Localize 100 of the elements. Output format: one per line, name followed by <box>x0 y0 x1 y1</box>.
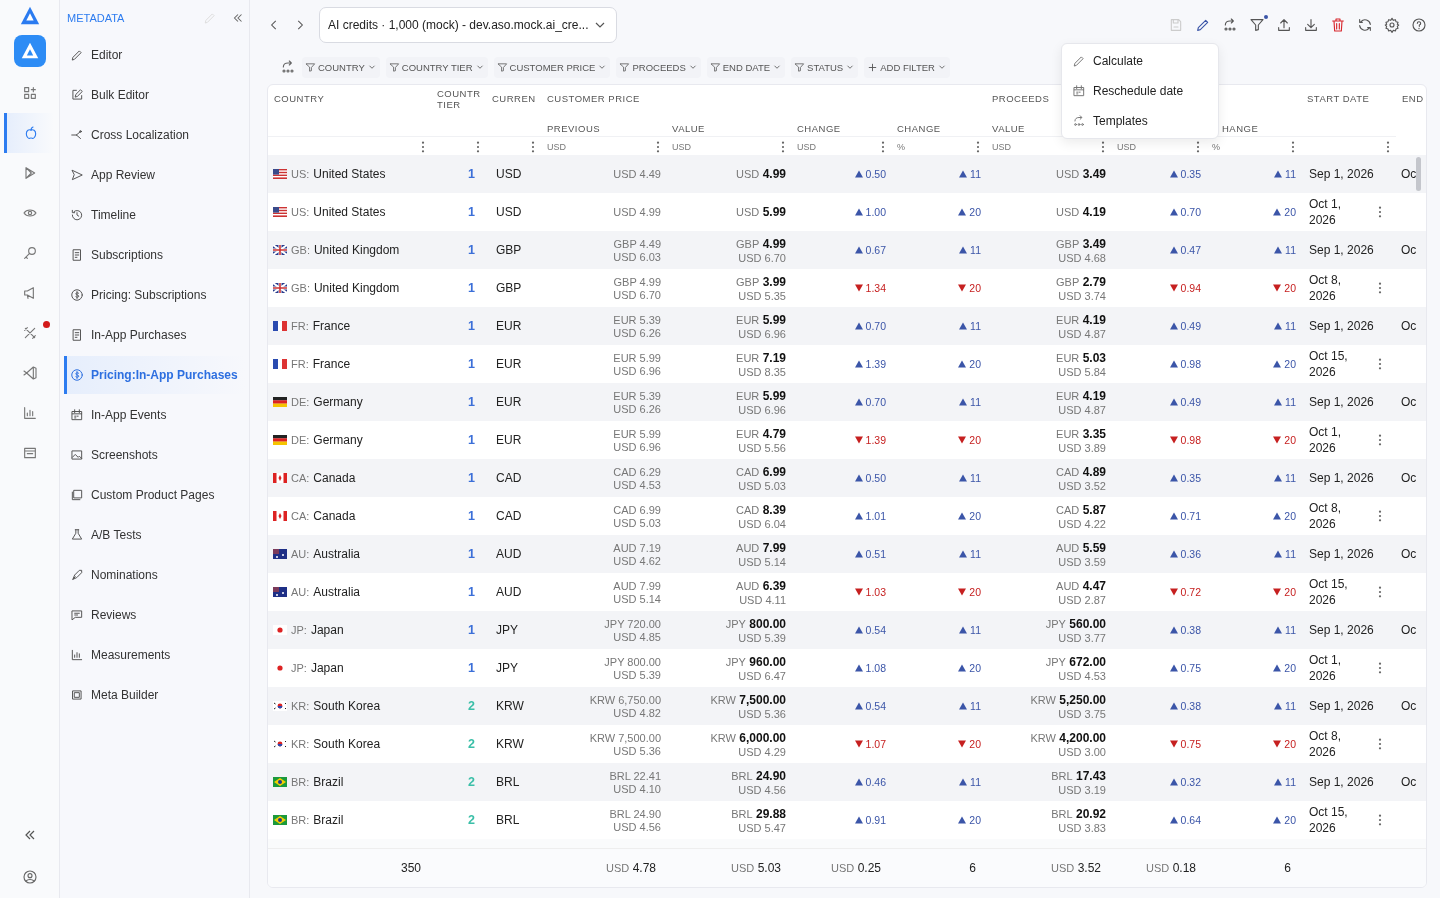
up-triangle-icon <box>959 626 968 634</box>
currency-code: BRL <box>495 775 520 789</box>
change-text: 0.49 <box>1180 396 1201 408</box>
proceeds-usd-text: USD 4.22 <box>1058 517 1106 530</box>
column-header[interactable]: CHANGE <box>897 123 941 134</box>
row-menu-icon[interactable] <box>1378 282 1382 294</box>
column-header[interactable]: PREVIOUS <box>547 123 601 134</box>
sidebar-item[interactable]: Bulk Editor <box>64 76 245 114</box>
sidebar-item[interactable]: Pricing: Subscriptions <box>64 276 245 314</box>
up-triangle-icon <box>1169 246 1178 254</box>
upload-icon[interactable] <box>1276 17 1292 33</box>
currency-code: USD <box>495 167 522 181</box>
start-date: Oct 8, 2026 <box>1309 500 1342 532</box>
pencil-icon <box>70 48 84 62</box>
collapse-icon[interactable] <box>231 11 245 25</box>
sidebar-item[interactable]: Reviews <box>64 596 245 634</box>
filter-icon[interactable] <box>1249 17 1265 33</box>
sidebar-item[interactable]: A/B Tests <box>64 516 245 554</box>
template-icon[interactable] <box>1222 17 1238 33</box>
sidebar-item[interactable]: Screenshots <box>64 436 245 474</box>
delete-icon[interactable] <box>1330 17 1346 33</box>
filter-chip[interactable]: PROCEEDS <box>616 56 701 78</box>
sidebar-item[interactable]: Meta Builder <box>64 676 245 714</box>
edit-icon <box>70 88 84 102</box>
row-menu-icon[interactable] <box>1378 814 1382 826</box>
column-menu-icon[interactable] <box>1101 140 1105 153</box>
sidebar-item[interactable]: Nominations <box>64 556 245 594</box>
column-header[interactable]: END <box>1402 93 1424 104</box>
filter-chip[interactable]: COUNTRY TIER <box>385 56 488 78</box>
sidebar-label: App Review <box>91 168 156 182</box>
sidebar-label: Reviews <box>91 608 137 622</box>
change-text: 11 <box>970 168 981 180</box>
menu-item[interactable]: Calculate <box>1062 46 1218 76</box>
app-icon[interactable] <box>13 35 46 67</box>
currency-code: CAD <box>495 471 522 485</box>
download-icon[interactable] <box>1303 17 1319 33</box>
user-icon[interactable] <box>21 869 38 885</box>
sidebar-item[interactable]: Measurements <box>64 636 245 674</box>
column-menu-icon[interactable] <box>476 140 480 153</box>
sidebar-item[interactable]: In-App Purchases <box>64 316 245 354</box>
menu-item[interactable]: Reschedule date <box>1062 76 1218 106</box>
sidebar-item[interactable]: Editor <box>64 36 245 74</box>
row-menu-icon[interactable] <box>1378 510 1382 522</box>
price-text: BRL 24.90 <box>609 807 661 820</box>
sidebar-item[interactable]: Cross Localization <box>64 116 245 154</box>
filter-chip[interactable]: STATUS <box>791 56 859 78</box>
add-filter-button[interactable]: ADD FILTER <box>864 56 950 78</box>
change-text: 0.36 <box>1180 548 1201 560</box>
change-text: 20 <box>969 358 981 370</box>
column-menu-icon[interactable] <box>1386 140 1390 153</box>
column-header[interactable]: HANGE <box>1222 123 1259 134</box>
column-menu-icon[interactable] <box>781 140 785 153</box>
settings-icon[interactable] <box>1384 17 1400 33</box>
scrollbar-thumb[interactable] <box>1416 157 1421 191</box>
refresh-icon[interactable] <box>1357 17 1373 33</box>
filter-chip[interactable]: END DATE <box>706 56 786 78</box>
price-text: CAD 6.99 <box>736 464 786 479</box>
sidebar-item[interactable]: Timeline <box>64 196 245 234</box>
row-menu-icon[interactable] <box>1378 586 1382 598</box>
menu-item[interactable]: Templates <box>1062 106 1218 136</box>
column-header[interactable]: START DATE <box>1307 93 1370 104</box>
row-menu-icon[interactable] <box>1378 434 1382 446</box>
row-menu-icon[interactable] <box>1378 662 1382 674</box>
column-group-header: PROCEEDS <box>992 93 1050 104</box>
template-icon[interactable] <box>280 59 296 75</box>
column-menu-icon[interactable] <box>531 140 535 153</box>
column-menu-icon[interactable] <box>1291 140 1295 153</box>
row-menu-icon[interactable] <box>1378 206 1382 218</box>
proceeds-text: EUR 4.19 <box>1056 312 1106 327</box>
row-menu-icon[interactable] <box>1378 738 1382 750</box>
column-header[interactable]: VALUE <box>992 123 1025 134</box>
column-menu-icon[interactable] <box>881 140 885 153</box>
change-text: 0.54 <box>865 700 886 712</box>
country-code: KR: <box>291 738 310 750</box>
column-menu-icon[interactable] <box>421 140 425 153</box>
price-usd-text: USD 6.70 <box>613 288 661 301</box>
column-header[interactable]: COUNTR TIER <box>437 88 481 110</box>
sidebar-item[interactable]: Custom Product Pages <box>64 476 245 514</box>
sidebar-item[interactable]: In-App Events <box>64 396 245 434</box>
column-menu-icon[interactable] <box>656 140 660 153</box>
price-text: USD 4.99 <box>736 167 786 181</box>
filter-chip[interactable]: COUNTRY <box>302 56 380 78</box>
column-header[interactable]: CURREN <box>492 93 536 104</box>
row-menu-icon[interactable] <box>1378 358 1382 370</box>
pencil-icon[interactable] <box>1195 17 1211 33</box>
column-menu-icon[interactable] <box>976 140 980 153</box>
column-header[interactable]: COUNTRY <box>274 93 325 104</box>
sidebar-item[interactable]: App Review <box>64 156 245 194</box>
product-select[interactable]: AI credits · 1,000 (mock) - dev.aso.mock.ai_cre... <box>319 7 617 43</box>
proceeds-usd-text: USD 2.87 <box>1058 593 1106 606</box>
country-code: KR: <box>291 700 310 712</box>
column-header[interactable]: VALUE <box>672 123 705 134</box>
price-usd-text: USD 4.29 <box>738 745 786 758</box>
filter-chip[interactable]: CUSTOMER PRICE <box>493 56 611 78</box>
up-triangle-icon <box>958 208 967 216</box>
help-icon[interactable] <box>1411 17 1427 33</box>
tier-number: 1 <box>468 357 475 371</box>
column-header[interactable]: CHANGE <box>797 123 841 134</box>
sidebar-item[interactable]: Subscriptions <box>64 236 245 274</box>
column-menu-icon[interactable] <box>1196 140 1200 153</box>
